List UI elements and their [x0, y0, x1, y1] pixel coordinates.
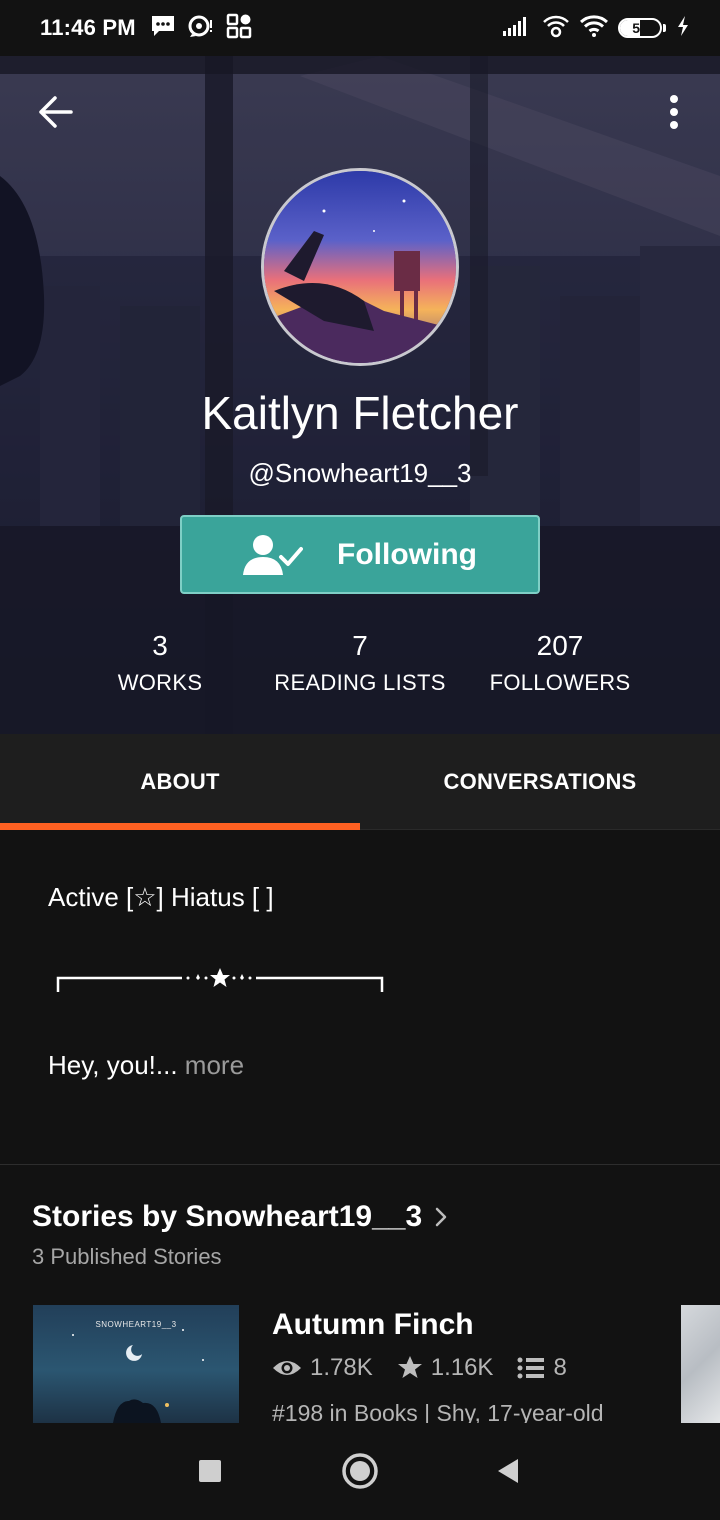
parts-value: 8 [553, 1354, 567, 1381]
story-rank: #198 in Books | Shy, 17-year-old [272, 1400, 604, 1424]
votes-value: 1.16K [430, 1354, 494, 1381]
charging-icon [676, 15, 690, 42]
avatar[interactable] [261, 168, 459, 366]
following-button-label: Following [337, 537, 477, 571]
story-cover[interactable]: SNOWHEART19__3 [33, 1305, 239, 1423]
wifi-icon [579, 14, 609, 42]
battery-level: 50 [632, 20, 648, 36]
stat-followers[interactable]: 207 FOLLOWERS [460, 630, 660, 696]
profile-stats: 3 WORKS 7 READING LISTS 207 FOLLOWERS [0, 630, 720, 710]
display-name: Kaitlyn Fletcher [201, 387, 519, 439]
battery-icon: 50 [618, 18, 666, 38]
about-greeting: Hey, you!... [48, 1050, 178, 1080]
profile-header: Kaitlyn Fletcher @Snowheart19__3 Followi… [0, 56, 720, 734]
status-bar: 11:46 PM 50 [0, 0, 720, 56]
stat-works[interactable]: 3 WORKS [60, 630, 260, 696]
about-text: Hey, you!... more [48, 1050, 244, 1081]
about-section: Active [☆] Hiatus [ ] Hey, you!... more [0, 830, 720, 1164]
stories-count: 3 Published Stories [32, 1244, 222, 1269]
home-circle-icon [342, 1453, 378, 1489]
eye-icon [273, 1361, 301, 1375]
wifi-calling-icon [542, 14, 570, 43]
votes-count: 1.16K [397, 1354, 494, 1382]
message-icon [150, 14, 176, 43]
story-stats: 1.78K 1.16K 8 [272, 1354, 581, 1382]
recent-apps-button[interactable] [190, 1451, 230, 1491]
triangle-back-icon [498, 1459, 518, 1483]
following-button[interactable]: Following [180, 515, 540, 594]
cover-author-text: SNOWHEART19__3 [95, 1320, 177, 1329]
about-status-line: Active [☆] Hiatus [ ] [48, 882, 274, 912]
back-button[interactable] [30, 86, 82, 138]
reads-count: 1.78K [272, 1354, 373, 1382]
star-divider-ornament [56, 968, 384, 992]
system-navigation-bar [0, 1423, 720, 1520]
list-icon [517, 1357, 545, 1379]
tab-about[interactable]: ABOUT [0, 734, 360, 830]
status-left-icons [150, 13, 252, 44]
square-icon [199, 1460, 221, 1482]
home-button[interactable] [340, 1451, 380, 1491]
chat-icon [188, 14, 214, 43]
user-check-icon [243, 534, 304, 575]
stat-reading-lists[interactable]: 7 READING LISTS [260, 630, 460, 696]
back-nav-button[interactable] [488, 1451, 528, 1491]
chevron-right-icon [435, 1207, 447, 1227]
more-options-button[interactable] [654, 86, 694, 138]
stat-label: WORKS [117, 670, 203, 695]
more-link[interactable]: more [178, 1050, 244, 1080]
stat-value: 7 [352, 630, 368, 661]
next-story-cover[interactable] [681, 1305, 720, 1423]
section-divider [0, 1164, 720, 1165]
parts-count: 8 [517, 1354, 567, 1382]
more-vertical-icon [670, 95, 678, 129]
signal-icon [502, 15, 532, 42]
stories-header-link[interactable]: Stories by Snowheart19__3 [32, 1200, 448, 1234]
stat-label: FOLLOWERS [489, 670, 631, 695]
avatar-image [264, 171, 456, 363]
profile-tabs: ABOUT CONVERSATIONS [0, 734, 720, 830]
username: @Snowheart19__3 [248, 458, 472, 488]
app-grid-icon [226, 13, 252, 44]
stat-value: 207 [536, 630, 584, 661]
tab-conversations[interactable]: CONVERSATIONS [360, 734, 720, 830]
story-title[interactable]: Autumn Finch [272, 1308, 474, 1342]
star-icon [397, 1356, 422, 1378]
status-time: 11:46 PM [40, 15, 136, 40]
back-arrow-icon [39, 96, 73, 128]
stories-title: Stories by Snowheart19__3 [32, 1200, 423, 1233]
stat-value: 3 [152, 630, 168, 661]
stat-label: READING LISTS [274, 670, 446, 695]
status-right-icons: 50 [502, 14, 690, 43]
reads-value: 1.78K [310, 1354, 373, 1381]
